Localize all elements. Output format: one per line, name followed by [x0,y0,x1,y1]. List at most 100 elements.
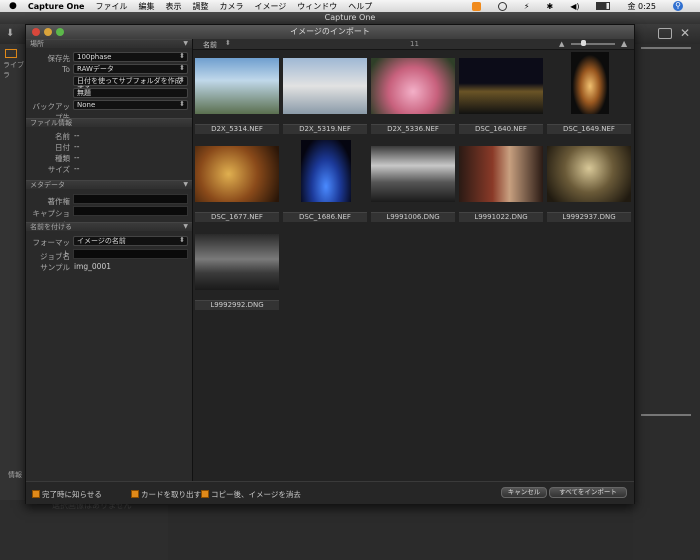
subfolder-select[interactable]: 日付を使ってサブフォルダを作成する [73,76,188,93]
thumbnail-filename: D2X_5319.NEF [283,124,367,134]
thumbnail-filename: DSC_1677.NEF [195,212,279,222]
cancel-button[interactable]: キャンセル [501,487,547,498]
close-button[interactable] [32,28,40,36]
rss-icon[interactable] [471,1,481,11]
thumbnail-filename: D2X_5314.NEF [195,124,279,134]
sort-label[interactable]: 名前 [203,40,217,50]
image-count: 11 [410,40,419,48]
location-section-header[interactable]: 場所 ▼ [26,39,192,48]
zoom-button[interactable] [56,28,64,36]
background-bottom-label: 情報 [8,471,22,479]
menu-view[interactable]: 表示 [165,1,181,12]
thumbnail[interactable]: L9992937.DNG [547,146,631,222]
thumbnail-grid: D2X_5314.NEF D2X_5319.NEF D2X_5336.NEF D… [193,50,634,481]
kind-value: -- [74,153,80,162]
dialog-footer: 完了時に知らせる カードを取り出す コピー後、イメージを消去 キャンセル すべて… [26,481,634,504]
menu-edit[interactable]: 編集 [138,1,154,12]
dialog-titlebar: イメージのインポート [26,25,634,39]
zoom-slider-bottom[interactable] [641,414,691,416]
to-label: To [62,65,70,74]
copyright-field[interactable] [73,194,188,204]
thumbnail[interactable]: DSC_1686.NEF [283,140,367,222]
import-icon[interactable]: ⬇ [6,28,18,39]
apple-menu-icon[interactable]: ● [9,1,17,11]
background-library-panel: ライブラ 情報 [0,44,25,560]
dest-select[interactable]: 100phase [73,52,188,62]
naming-header-label: 名前を付ける [30,223,72,231]
menu-window[interactable]: ウィンドウ [297,1,337,12]
thumbnail[interactable]: D2X_5336.NEF [371,58,455,134]
import-all-button[interactable]: すべてをインポート [549,487,627,498]
menu-app-name[interactable]: Capture One [28,2,85,11]
small-thumb-icon[interactable]: ▲ [559,40,564,48]
name-value: -- [74,131,80,140]
copyright-label: 著作権 [47,197,71,206]
tools-icon[interactable]: ✕ [680,26,692,40]
subfolder-name-field[interactable]: 無題 [73,88,188,98]
minimize-button[interactable] [44,28,52,36]
app-window-title: Capture One [0,12,700,24]
kind-label: 種類 [55,154,70,163]
menu-camera[interactable]: カメラ [219,1,243,12]
dialog-title: イメージのインポート [290,27,370,36]
background-right-panel [633,44,700,560]
thumbnail-image [371,146,455,202]
erase-checkbox[interactable] [201,490,209,498]
zoom-slider-top[interactable] [641,47,691,49]
thumbnail[interactable]: DSC_1640.NEF [459,58,543,134]
large-thumb-icon[interactable]: ▲ [621,39,627,48]
thumbnail[interactable]: D2X_5314.NEF [195,58,279,134]
thumbnail[interactable]: L9991006.DNG [371,146,455,222]
erase-label: コピー後、イメージを消去 [211,490,301,499]
thumbnail-image [371,58,455,114]
size-value: -- [74,164,80,173]
job-label: ジョブ名 [40,252,70,261]
thumbnail-filename: L9992937.DNG [547,212,631,222]
thumbnail[interactable]: L9992992.DNG [195,234,279,310]
collapse-arrow-icon: ▼ [183,40,188,47]
sample-value: img_0001 [74,262,111,271]
metadata-section-header[interactable]: メタデータ ▼ [26,180,192,189]
thumbnail-filename: DSC_1640.NEF [459,124,543,134]
thumbnail-image [459,146,543,202]
notify-checkbox[interactable] [32,490,40,498]
thumbnail-filename: L9991022.DNG [459,212,543,222]
thumbnail[interactable]: DSC_1649.NEF [547,52,631,134]
eject-checkbox[interactable] [131,490,139,498]
fileinfo-section-header[interactable]: ファイル情報 [26,118,192,127]
battery-icon[interactable] [596,2,611,10]
thumbnail-filename: L9992992.DNG [195,300,279,310]
to-select[interactable]: RAWデータ [73,64,188,74]
import-settings-sidebar: 場所 ▼ 保存先 100phase To RAWデータ 日付を使ってサブフォルダ… [26,39,193,481]
import-dialog: イメージのインポート 場所 ▼ 保存先 100phase To RAWデータ 日… [25,24,635,504]
menu-help[interactable]: ヘルプ [348,1,372,12]
menu-image[interactable]: イメージ [254,1,286,12]
spotlight-icon[interactable]: ⚲ [673,1,683,11]
metadata-header-label: メタデータ [30,181,65,189]
menu-adjust[interactable]: 調整 [192,1,208,12]
eject-label: カードを取り出す [141,490,201,499]
thumbnail[interactable]: D2X_5319.NEF [283,58,367,134]
clock-status-icon[interactable] [497,1,507,11]
thumbnail-filename: D2X_5336.NEF [371,124,455,134]
job-name-field[interactable] [73,249,188,259]
power-icon[interactable]: ⚡ [524,2,530,11]
thumbnail[interactable]: L9991022.DNG [459,146,543,222]
backup-select[interactable]: None [73,100,188,110]
thumbnail[interactable]: DSC_1677.NEF [195,146,279,222]
thumbnail-image [283,58,367,114]
caption-field[interactable] [73,206,188,216]
thumbnail-size-slider[interactable] [571,43,615,45]
thumbnail-image [195,146,279,202]
menu-file[interactable]: ファイル [95,1,127,12]
bluetooth-icon[interactable]: ✱ [547,2,554,11]
camera-icon[interactable] [658,28,672,39]
notify-label: 完了時に知らせる [42,490,102,499]
menubar-clock[interactable]: 金 0:25 [627,1,656,12]
naming-section-header[interactable]: 名前を付ける ▼ [26,222,192,231]
format-select[interactable]: イメージの名前 [73,236,188,246]
volume-icon[interactable]: ◀) [570,2,579,11]
slider-thumb[interactable] [581,40,586,46]
thumbnail-image [459,58,543,114]
sort-arrows-icon[interactable]: ⬍ [225,39,231,47]
